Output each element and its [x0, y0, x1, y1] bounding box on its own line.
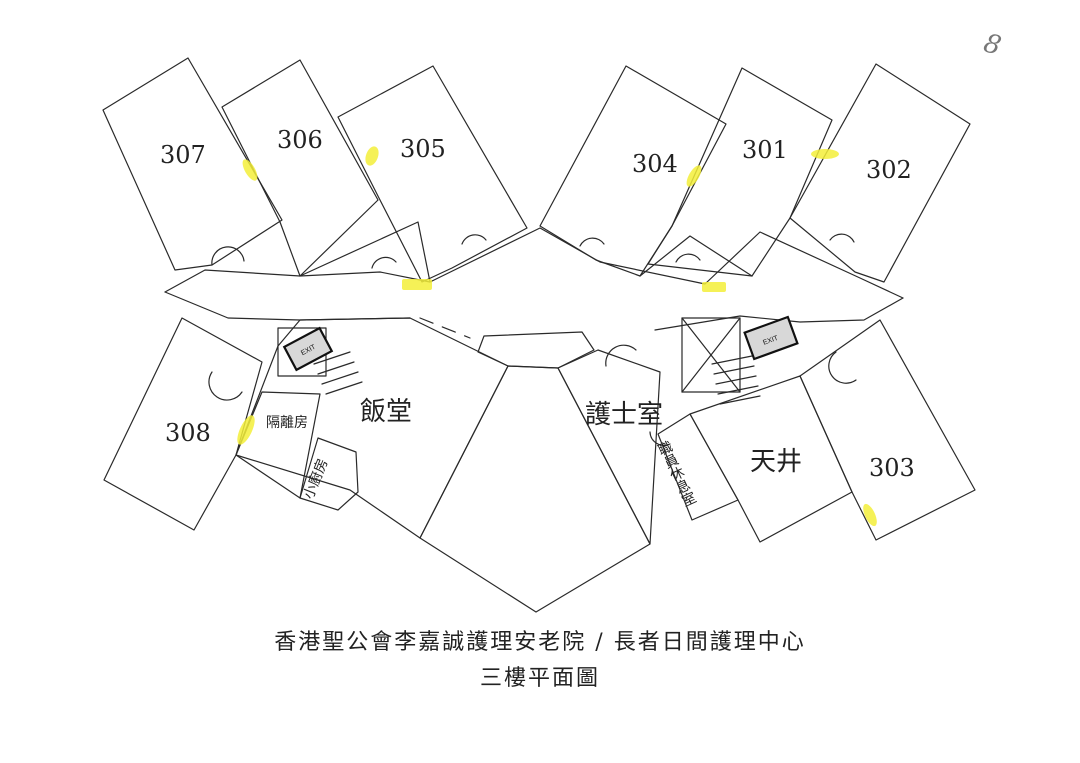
room-307-label: 307: [160, 141, 206, 169]
staff-rest-room-label: 職員休息室: [654, 439, 698, 509]
isolation-room-label: 隔離房: [266, 414, 308, 431]
plan-caption-floor: 三樓平面圖: [479, 666, 600, 691]
room-308-label: 308: [165, 419, 211, 447]
stair-treads-right: [711, 355, 761, 405]
stair-treads-left: [313, 351, 363, 395]
room-305: [337, 65, 528, 283]
exit-sign-left: EXIT: [282, 326, 334, 372]
room-301-label: 301: [742, 136, 788, 164]
room-302-label: 302: [866, 156, 912, 184]
corridor-outline-top: [164, 227, 904, 299]
dining-hall-label: 飯堂: [360, 397, 412, 427]
corridor-outline-bottom: [164, 291, 411, 321]
plan-caption-institution: 香港聖公會李嘉誠護理安老院 / 長者日間護理中心: [274, 630, 806, 655]
nurse-station-label: 護士室: [585, 400, 663, 430]
nurse-station: [557, 349, 661, 545]
pantry-label: 小廚房: [300, 456, 331, 501]
staff-rest-label: 職員休息室: [654, 439, 698, 509]
room-305-label: 305: [400, 135, 446, 163]
exit-sign-right: EXIT: [743, 315, 799, 361]
room-306-label: 306: [277, 126, 323, 154]
central-alcove: [477, 331, 595, 369]
room-304-label: 304: [632, 150, 678, 178]
room-303-label: 303: [869, 454, 915, 482]
courtyard-label: 天井: [750, 447, 802, 477]
room-303: [799, 319, 976, 541]
